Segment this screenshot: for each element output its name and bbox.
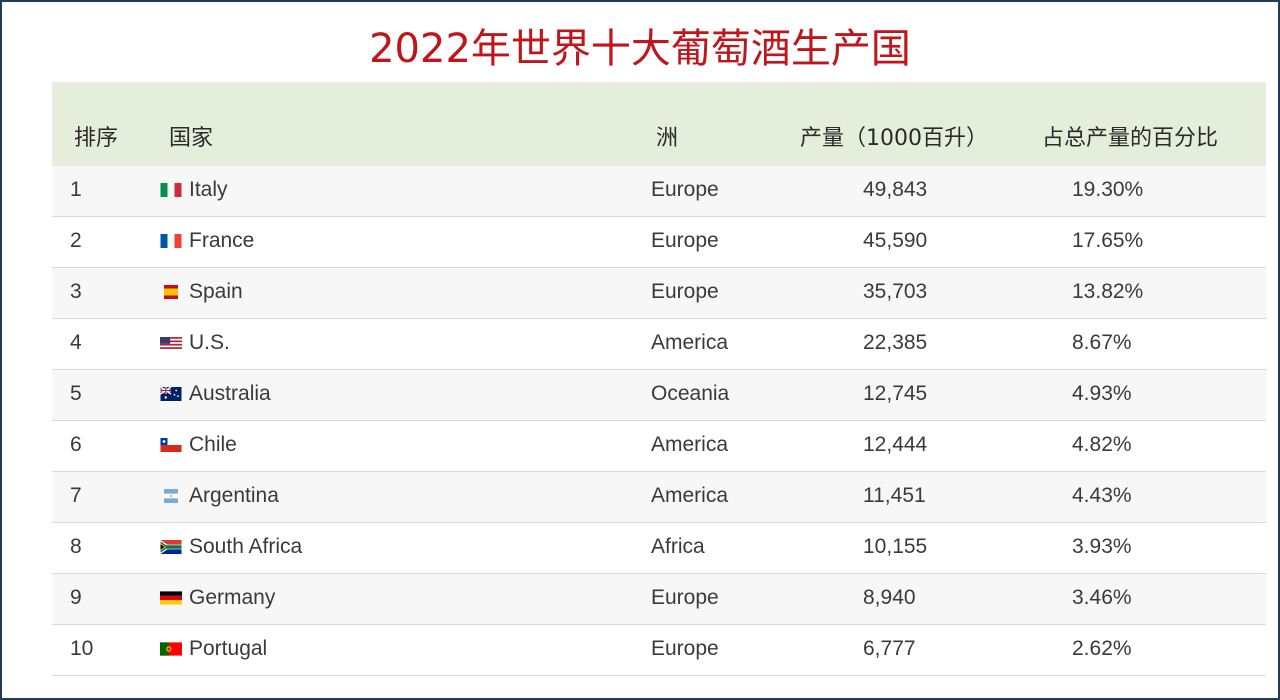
production-cell: 12,444 — [863, 433, 928, 456]
continent-cell: America — [651, 484, 729, 507]
argentina-flag-icon — [160, 489, 182, 503]
table-row: 10 Portugal Europe 6,777 2.62% — [52, 625, 1266, 676]
continent-cell: America — [651, 433, 729, 456]
rank-cell: 2 — [70, 229, 82, 252]
rank-cell: 5 — [70, 382, 82, 405]
header-continent: 洲 — [656, 126, 679, 151]
production-cell: 10,155 — [863, 535, 928, 558]
share-cell: 19.30% — [1072, 178, 1144, 201]
portugal-flag-icon — [160, 642, 182, 656]
rank-cell: 6 — [70, 433, 82, 456]
rank-cell: 4 — [70, 331, 82, 354]
continent-cell: Europe — [651, 637, 719, 660]
table-header: 排序 国家 洲 产量（1000百升） 占总产量的百分比 — [52, 82, 1266, 166]
continent-cell: Europe — [651, 229, 719, 252]
production-cell: 12,745 — [863, 382, 928, 405]
production-cell: 6,777 — [863, 637, 916, 660]
table-row: 1 Italy Europe 49,843 19.30% — [52, 166, 1266, 217]
country-cell: Italy — [189, 178, 228, 201]
production-cell: 49,843 — [863, 178, 928, 201]
share-cell: 13.82% — [1072, 280, 1144, 303]
header-share: 占总产量的百分比 — [1042, 126, 1219, 151]
header-rank: 排序 — [74, 126, 119, 151]
table-row: 2 France Europe 45,590 17.65% — [52, 217, 1266, 268]
table-row: 4 U.S. America 22,385 8.67% — [52, 319, 1266, 370]
continent-cell: Africa — [651, 535, 705, 558]
spain-flag-icon — [160, 285, 182, 299]
continent-cell: Oceania — [651, 382, 730, 405]
continent-cell: Europe — [651, 178, 719, 201]
rank-cell: 3 — [70, 280, 82, 303]
us-flag-icon — [160, 336, 182, 350]
share-cell: 3.46% — [1072, 586, 1132, 609]
rank-cell: 10 — [70, 637, 94, 660]
table-row: 8 South Africa Africa 10,155 3.93% — [52, 523, 1266, 574]
table-row: 3 Spain Europe 35,703 13.82% — [52, 268, 1266, 319]
page-frame: 2022年世界十大葡萄酒生产国 排序 国家 洲 产量（1000百升） 占总产量的… — [0, 0, 1280, 700]
france-flag-icon — [160, 234, 182, 248]
country-cell: France — [189, 229, 255, 252]
table-row: 5 Australia Oceania 12,745 4.93% — [52, 370, 1266, 421]
chile-flag-icon — [160, 438, 182, 452]
continent-cell: America — [651, 331, 729, 354]
table-row: 6 Chile America 12,444 4.82% — [52, 421, 1266, 472]
continent-cell: Europe — [651, 280, 719, 303]
continent-cell: Europe — [651, 586, 719, 609]
germany-flag-icon — [160, 591, 182, 605]
table-row: 9 Germany Europe 8,940 3.46% — [52, 574, 1266, 625]
rank-cell: 7 — [70, 484, 82, 507]
production-cell: 35,703 — [863, 280, 928, 303]
header-production: 产量（1000百升） — [800, 126, 988, 151]
country-cell: Germany — [189, 586, 276, 609]
production-cell: 45,590 — [863, 229, 928, 252]
share-cell: 4.93% — [1072, 382, 1132, 405]
country-cell: U.S. — [189, 331, 230, 354]
country-cell: Argentina — [189, 484, 279, 507]
australia-flag-icon — [160, 387, 182, 401]
share-cell: 4.43% — [1072, 484, 1132, 507]
rank-cell: 9 — [70, 586, 82, 609]
south-africa-flag-icon — [160, 540, 182, 554]
country-cell: South Africa — [189, 535, 303, 558]
share-cell: 4.82% — [1072, 433, 1132, 456]
share-cell: 3.93% — [1072, 535, 1132, 558]
production-cell: 22,385 — [863, 331, 928, 354]
share-cell: 8.67% — [1072, 331, 1132, 354]
country-cell: Australia — [189, 382, 271, 405]
wine-producers-table: 排序 国家 洲 产量（1000百升） 占总产量的百分比 1 Italy Europe… — [52, 82, 1266, 676]
country-cell: Chile — [189, 433, 237, 456]
production-cell: 11,451 — [863, 484, 926, 507]
country-cell: Portugal — [189, 637, 268, 660]
rank-cell: 8 — [70, 535, 82, 558]
country-cell: Spain — [189, 280, 243, 303]
share-cell: 17.65% — [1072, 229, 1144, 252]
rank-cell: 1 — [70, 178, 82, 201]
header-country: 国家 — [169, 126, 214, 151]
share-cell: 2.62% — [1072, 637, 1132, 660]
table-body: 1 Italy Europe 49,843 19.30% 2 France Europe 45,… — [52, 166, 1266, 676]
table-row: 7 Argentina America 11,451 4.43% — [52, 472, 1266, 523]
production-cell: 8,940 — [863, 586, 916, 609]
italy-flag-icon — [160, 183, 182, 197]
page-title: 2022年世界十大葡萄酒生产国 — [369, 26, 911, 72]
